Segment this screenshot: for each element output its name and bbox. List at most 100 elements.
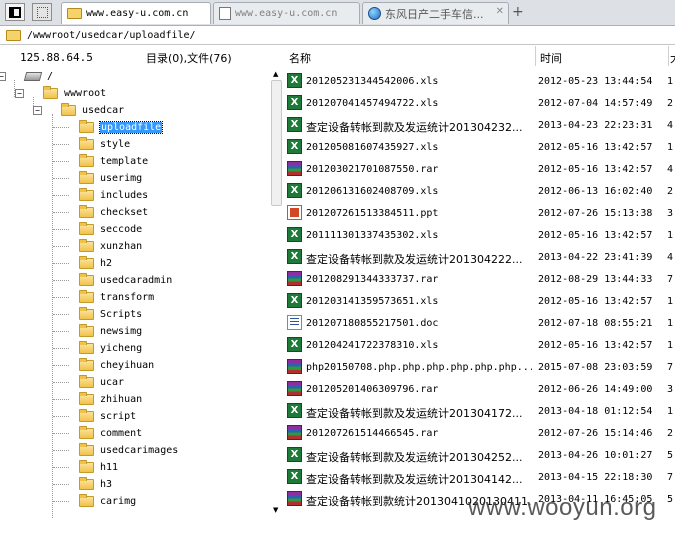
file-row[interactable]: 201205201406309796.rar 2012-06-26 14:49:0…: [284, 378, 675, 400]
file-row[interactable]: 201207261513384511.ppt 2012-07-26 15:13:3…: [284, 202, 675, 224]
collapse-icon[interactable]: −: [0, 72, 6, 81]
new-tab-button[interactable]: +: [512, 4, 524, 20]
file-row[interactable]: 查定设备转帐到款及发运统计201304222... 2013-04-22 23:4…: [284, 246, 675, 268]
tree-node-h3[interactable]: h3: [79, 476, 112, 492]
file-row[interactable]: 201207180855217501.doc 2012-07-18 08:55:2…: [284, 312, 675, 334]
page-icon: [219, 7, 231, 20]
file-size: 5: [667, 450, 674, 461]
xls-file-icon: [287, 73, 302, 88]
tab-1[interactable]: www.easy-u.com.cn: [61, 2, 211, 24]
tree-node-[interactable]: /: [23, 68, 54, 84]
tree-node-zhihuan[interactable]: zhihuan: [79, 391, 142, 407]
server-ip: 125.88.64.5: [20, 51, 93, 64]
tree-node-style[interactable]: style: [79, 136, 130, 152]
rar-file-icon: [287, 161, 302, 176]
tree-node-transform[interactable]: transform: [79, 289, 154, 305]
tree-node-newsimg[interactable]: newsimg: [79, 323, 142, 339]
tab-3[interactable]: 东风日产二手车信... ✕: [362, 2, 509, 24]
scroll-down-icon[interactable]: ▼: [273, 506, 278, 514]
file-size: 1: [667, 406, 674, 417]
tree-node-uploadfile[interactable]: uploadfile: [79, 119, 164, 135]
tree-scrollbar[interactable]: ▲ ▼: [270, 68, 284, 518]
file-row[interactable]: 201203021701087550.rar 2012-05-16 13:42:5…: [284, 158, 675, 180]
rar-file-icon: [287, 425, 302, 440]
scrollbar-thumb[interactable]: [271, 80, 282, 206]
file-size: 1: [667, 230, 674, 241]
tab-1-title: www.easy-u.com.cn: [86, 8, 189, 19]
file-row[interactable]: 201205081607435927.xls 2012-05-16 13:42:5…: [284, 136, 675, 158]
close-icon[interactable]: ✕: [496, 6, 504, 17]
tree-node-Scripts[interactable]: Scripts: [79, 306, 142, 322]
file-time: 2013-04-15 22:18:30: [538, 472, 653, 483]
file-time: 2012-07-26 15:14:46: [538, 428, 653, 439]
file-row[interactable]: 201206131602408709.xls 2012-06-13 16:02:4…: [284, 180, 675, 202]
tree-node-usedcarimages[interactable]: usedcarimages: [79, 442, 178, 458]
file-row[interactable]: 201111301337435302.xls 2012-05-16 13:42:5…: [284, 224, 675, 246]
file-name: 201203021701087550.rar: [306, 164, 439, 175]
tree-node-label: wwwroot: [64, 87, 107, 99]
tree-connector: [53, 144, 69, 145]
file-size: 1: [667, 142, 674, 153]
scroll-up-icon[interactable]: ▲: [273, 70, 278, 78]
file-size: 1: [667, 296, 674, 307]
tree-node-comment[interactable]: comment: [79, 425, 142, 441]
tree-connector: [53, 314, 69, 315]
tree-node-xunzhan[interactable]: xunzhan: [79, 238, 142, 254]
tree-node-label: template: [100, 155, 149, 167]
tree-node-ucar[interactable]: ucar: [79, 374, 124, 390]
file-name: 201207041457494722.xls: [306, 98, 439, 109]
quick-access-button[interactable]: [32, 3, 52, 21]
file-row[interactable]: 201208291344333737.rar 2012-08-29 13:44:3…: [284, 268, 675, 290]
file-name: 201207180855217501.doc: [306, 318, 439, 329]
tree-node-includes[interactable]: includes: [79, 187, 148, 203]
tree-node-label: usedcarimages: [100, 444, 179, 456]
file-row[interactable]: 201203141359573651.xls 2012-05-16 13:42:5…: [284, 290, 675, 312]
tree-node-script[interactable]: script: [79, 408, 136, 424]
tab-2-title: www.easy-u.com.cn: [235, 8, 338, 19]
tree-node-wwwroot[interactable]: wwwroot: [43, 85, 106, 101]
file-row[interactable]: 201205231344542006.xls 2012-05-23 13:44:5…: [284, 70, 675, 92]
directory-tree: − / − wwwroot − usedcar uploadfile style templat…: [0, 68, 270, 518]
tree-node-label: script: [100, 410, 137, 422]
column-header-name[interactable]: 名称: [289, 50, 311, 66]
tree-node-yicheng[interactable]: yicheng: [79, 340, 142, 356]
folder-icon: [79, 340, 94, 354]
tree-node-seccode[interactable]: seccode: [79, 221, 142, 237]
tree-node-h11[interactable]: h11: [79, 459, 118, 475]
file-row[interactable]: 201207041457494722.xls 2012-07-04 14:57:4…: [284, 92, 675, 114]
file-size: 4: [667, 252, 674, 263]
collapse-icon[interactable]: −: [33, 106, 42, 115]
file-row[interactable]: 查定设备转帐到款及发运统计201304142... 2013-04-15 22:1…: [284, 466, 675, 488]
collapse-icon[interactable]: −: [15, 89, 24, 98]
column-header-time[interactable]: 时间: [540, 50, 562, 66]
column-divider[interactable]: [668, 46, 669, 66]
tab-2[interactable]: www.easy-u.com.cn: [213, 2, 360, 24]
tree-node-usedcaradmin[interactable]: usedcaradmin: [79, 272, 172, 288]
tree-connector: [53, 297, 69, 298]
tree-node-template[interactable]: template: [79, 153, 148, 169]
file-time: 2012-05-16 13:42:57: [538, 340, 653, 351]
tree-node-userimg[interactable]: userimg: [79, 170, 142, 186]
file-row[interactable]: php20150708.php.php.php.php.php.php... 20…: [284, 356, 675, 378]
tree-node-label: /: [47, 70, 54, 82]
file-row[interactable]: 201207261514466545.rar 2012-07-26 15:14:4…: [284, 422, 675, 444]
file-size: 2: [667, 98, 674, 109]
tree-node-cheyihuan[interactable]: cheyihuan: [79, 357, 154, 373]
tree-node-carimg[interactable]: carimg: [79, 493, 136, 509]
file-time: 2012-05-16 13:42:57: [538, 164, 653, 175]
file-row[interactable]: 查定设备转帐到款及发运统计201304252... 2013-04-26 10:0…: [284, 444, 675, 466]
tree-connector: [53, 365, 69, 366]
column-divider[interactable]: [535, 46, 536, 66]
folder-icon: [79, 374, 94, 388]
tree-node-h2[interactable]: h2: [79, 255, 112, 271]
sidebar-toggle-button[interactable]: [5, 3, 25, 21]
tree-node-usedcar[interactable]: usedcar: [61, 102, 124, 118]
file-row[interactable]: 查定设备转帐到款及发运统计201304172... 2013-04-18 01:1…: [284, 400, 675, 422]
file-row[interactable]: 201204241722378310.xls 2012-05-16 13:42:5…: [284, 334, 675, 356]
tree-connector: [53, 246, 69, 247]
file-row[interactable]: 查定设备转帐到款及发运统计201304232... 2013-04-23 22:2…: [284, 114, 675, 136]
tree-connector: [53, 263, 69, 264]
address-bar[interactable]: /wwwroot/usedcar/uploadfile/: [0, 26, 675, 45]
column-header-size[interactable]: 大: [670, 50, 675, 66]
tree-node-checkset[interactable]: checkset: [79, 204, 148, 220]
